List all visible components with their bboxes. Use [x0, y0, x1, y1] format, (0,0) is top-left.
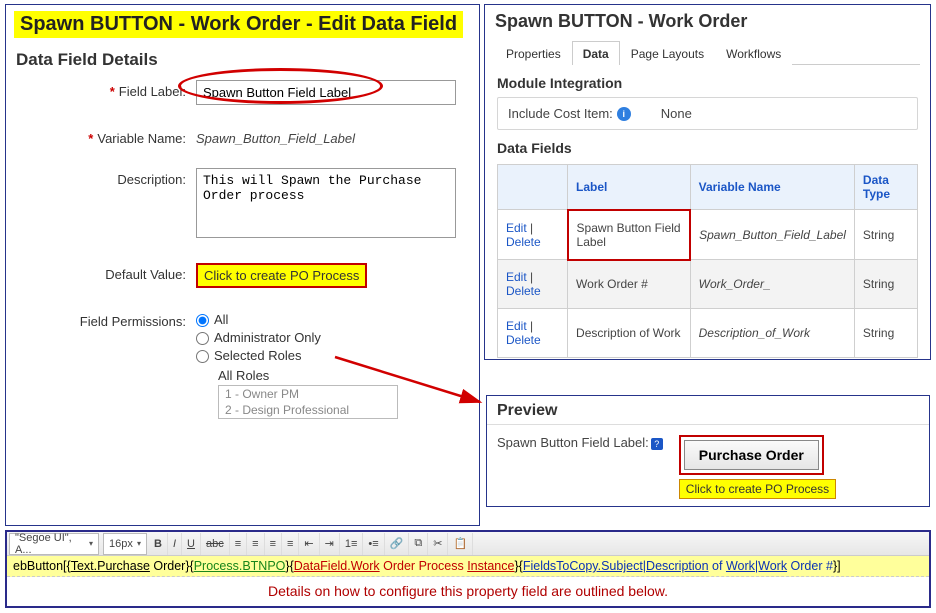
- tab-properties[interactable]: Properties: [495, 41, 572, 65]
- edit-link[interactable]: Edit: [506, 270, 527, 284]
- paste-button[interactable]: 📋: [448, 533, 473, 555]
- default-value-box: Click to create PO Process: [196, 263, 367, 288]
- align-left-button[interactable]: ≡: [230, 533, 247, 555]
- data-fields-heading: Data Fields: [497, 140, 918, 156]
- underline-button[interactable]: U: [182, 533, 201, 555]
- description-caption: Description:: [16, 168, 196, 187]
- include-cost-item-value: None: [661, 106, 692, 121]
- delete-link[interactable]: Delete: [506, 284, 541, 298]
- field-label-input[interactable]: [196, 80, 456, 105]
- field-permissions-caption: Field Permissions:: [16, 310, 196, 329]
- annotation-frame-preview-button: Purchase Order: [679, 435, 824, 475]
- edit-link[interactable]: Edit: [506, 221, 527, 235]
- include-cost-item-label: Include Cost Item:: [508, 106, 613, 121]
- align-justify-button[interactable]: ≡: [282, 533, 299, 555]
- table-row: Edit | DeleteWork Order #Work_Order_Stri…: [498, 260, 918, 309]
- variable-name-value: Spawn_Button_Field_Label: [196, 127, 355, 146]
- rte-editor: "Segoe UI", A...▾ 16px▾ B I U abc ≡ ≡ ≡ …: [5, 530, 931, 608]
- variable-name-cell: Work_Order_: [690, 260, 854, 309]
- column-header: Variable Name: [690, 165, 854, 210]
- preview-hint: Click to create PO Process: [679, 479, 836, 499]
- font-size-picker[interactable]: 16px▾: [103, 533, 147, 555]
- rte-content[interactable]: ebButton[{Text.Purchase Order}{Process.B…: [7, 556, 929, 577]
- align-right-button[interactable]: ≡: [265, 533, 282, 555]
- perm-selected-radio[interactable]: [196, 350, 209, 363]
- table-row: Edit | DeleteDescription of WorkDescript…: [498, 309, 918, 358]
- preview-panel: Preview Spawn Button Field Label:? Purch…: [486, 395, 930, 507]
- tab-workflows[interactable]: Workflows: [715, 41, 792, 65]
- all-roles-listbox[interactable]: 1 - Owner PM2 - Design Professional: [218, 385, 398, 419]
- column-header: Label: [568, 165, 691, 210]
- link-button[interactable]: 🔗: [385, 533, 410, 555]
- ordered-list-button[interactable]: 1≡: [340, 533, 364, 555]
- perm-all-label: All: [214, 312, 228, 327]
- perm-admin-radio[interactable]: [196, 332, 209, 345]
- italic-button[interactable]: I: [168, 533, 182, 555]
- align-center-button[interactable]: ≡: [247, 533, 264, 555]
- variable-name-cell: Spawn_Button_Field_Label: [690, 210, 854, 260]
- label-cell: Spawn Button Field Label: [568, 210, 691, 260]
- delete-link[interactable]: Delete: [506, 235, 541, 249]
- page-title-left: Spawn BUTTON - Work Order - Edit Data Fi…: [14, 11, 463, 38]
- info-icon[interactable]: i: [617, 107, 631, 121]
- variable-name-cell: Description_of_Work: [690, 309, 854, 358]
- field-label-caption: *Field Label:: [16, 80, 196, 99]
- cut-button[interactable]: ✂: [428, 533, 448, 555]
- label-cell: Work Order #: [568, 260, 691, 309]
- copy-button[interactable]: ⧉: [409, 533, 428, 555]
- role-option[interactable]: 1 - Owner PM: [219, 386, 397, 402]
- editor-caption: Details on how to configure this propert…: [7, 577, 929, 599]
- bold-button[interactable]: B: [149, 533, 168, 555]
- unordered-list-button[interactable]: •≡: [363, 533, 384, 555]
- tab-data[interactable]: Data: [572, 41, 620, 65]
- variable-name-caption: *Variable Name:: [16, 127, 196, 146]
- strike-button[interactable]: abc: [201, 533, 230, 555]
- help-icon[interactable]: ?: [651, 438, 663, 450]
- delete-link[interactable]: Delete: [506, 333, 541, 347]
- description-input[interactable]: This will Spawn the Purchase Order proce…: [196, 168, 456, 238]
- all-roles-heading: All Roles: [218, 368, 469, 383]
- rte-toolbar: "Segoe UI", A...▾ 16px▾ B I U abc ≡ ≡ ≡ …: [7, 532, 929, 556]
- table-row: Edit | DeleteSpawn Button Field LabelSpa…: [498, 210, 918, 260]
- label-cell: Description of Work: [568, 309, 691, 358]
- edit-data-field-panel: Spawn BUTTON - Work Order - Edit Data Fi…: [5, 4, 480, 526]
- section-title: Data Field Details: [16, 50, 469, 70]
- module-integration-heading: Module Integration: [497, 75, 918, 91]
- indent-button[interactable]: ⇥: [320, 533, 340, 555]
- font-picker[interactable]: "Segoe UI", A...▾: [9, 533, 99, 555]
- outdent-button[interactable]: ⇤: [299, 533, 319, 555]
- preview-heading: Preview: [497, 402, 919, 420]
- preview-field-label: Spawn Button Field Label:?: [497, 435, 663, 450]
- data-fields-table: LabelVariable NameData Type Edit | Delet…: [497, 164, 918, 358]
- data-type-cell: String: [854, 309, 917, 358]
- perm-all-radio[interactable]: [196, 314, 209, 327]
- module-integration-row: Include Cost Item: i None: [497, 97, 918, 130]
- tab-bar: PropertiesDataPage LayoutsWorkflows: [495, 40, 920, 65]
- column-header: Data Type: [854, 165, 917, 210]
- work-order-data-panel: Spawn BUTTON - Work Order PropertiesData…: [484, 4, 931, 360]
- data-type-cell: String: [854, 260, 917, 309]
- role-option[interactable]: 2 - Design Professional: [219, 402, 397, 418]
- purchase-order-button[interactable]: Purchase Order: [684, 440, 819, 470]
- perm-admin-label: Administrator Only: [214, 330, 321, 345]
- page-title-right: Spawn BUTTON - Work Order: [495, 11, 922, 32]
- perm-selected-label: Selected Roles: [214, 348, 301, 363]
- edit-link[interactable]: Edit: [506, 319, 527, 333]
- column-header: [498, 165, 568, 210]
- default-value-caption: Default Value:: [16, 263, 196, 282]
- tab-page-layouts[interactable]: Page Layouts: [620, 41, 715, 65]
- data-type-cell: String: [854, 210, 917, 260]
